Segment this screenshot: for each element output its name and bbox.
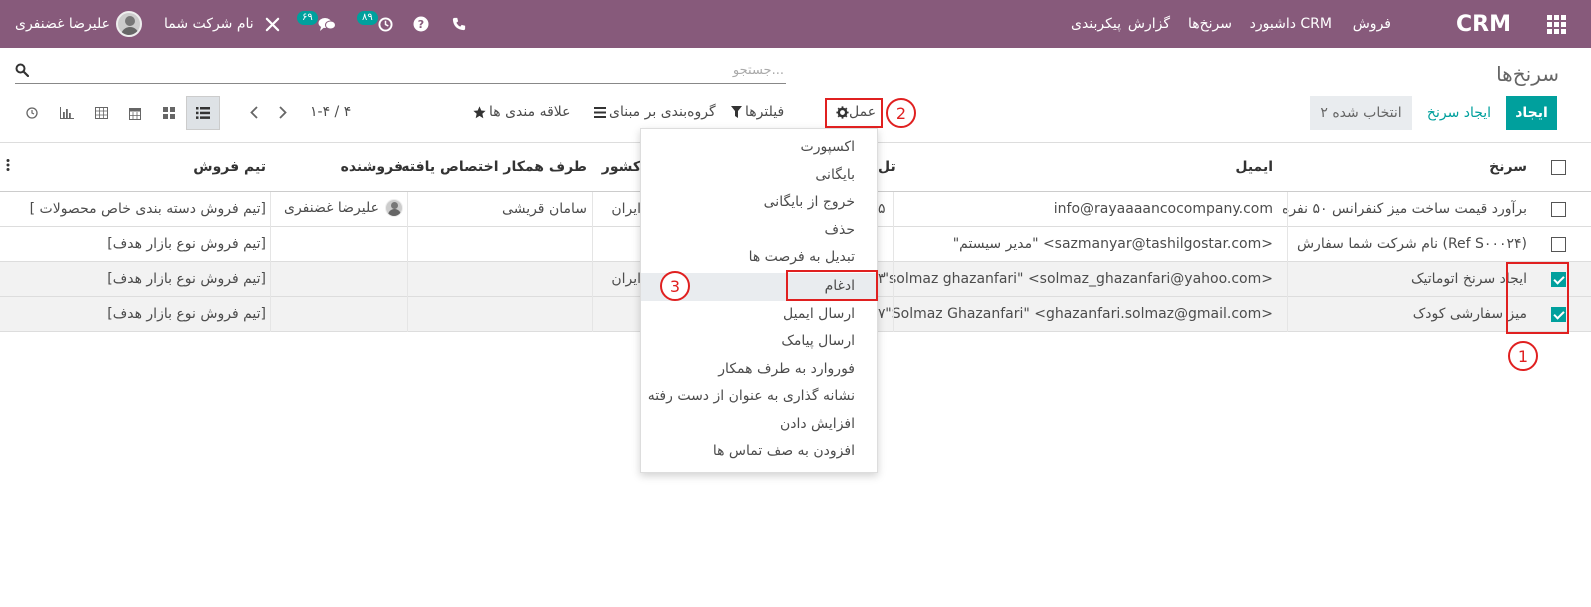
cell-lead: نام شرکت شما سفارش (Ref S۰۰۰۲۴) (1296, 236, 1527, 252)
annotation-number-2: 2 (886, 98, 916, 128)
menu-item-add-to-call-queue[interactable]: افزودن به صف تماس ها (713, 443, 855, 459)
cell-email: "مدیر سیستم" <sazmanyar@tashilgostar.com… (952, 236, 1273, 252)
clock-icon[interactable] (378, 0, 393, 48)
menu-item-send-sms[interactable]: ارسال پیامک (781, 333, 855, 349)
annotation-box-checkboxes (1506, 262, 1569, 334)
annotation-number-1: 1 (1508, 341, 1538, 371)
cell-email: "Solmaz Ghazanfari" <ghazanfari.solmaz@g… (885, 306, 1273, 322)
groupby-label: گروه‌بندی بر مبنای (609, 104, 716, 120)
company-switcher[interactable]: نام شرکت شما (164, 0, 254, 48)
optional-columns-icon[interactable] (6, 159, 10, 175)
column-partner[interactable]: طرف همکار اختصاص یافته (401, 159, 587, 175)
pager-previous-icon[interactable] (250, 97, 258, 127)
menu-item-mark-as-lost[interactable]: نشانه گذاری به عنوان از دست رفته (648, 388, 855, 404)
page-title: سرنخ‌ها (1496, 62, 1559, 86)
search-placeholder: جستجو... (732, 63, 784, 78)
cell-lead: برآورد قیمت ساخت میز کنفرانس ۵۰ نفره (1282, 201, 1527, 217)
column-salesperson[interactable]: فروشنده (341, 159, 403, 175)
bars-icon (594, 106, 606, 118)
menu-item-archive[interactable]: بایگانی (815, 167, 855, 183)
user-name: علیرضا غضنفری (15, 16, 110, 32)
pager-value[interactable]: ۱-۴ / ۴ (310, 97, 351, 127)
menu-leads[interactable]: سرنخ‌ها (1188, 0, 1232, 48)
create-lead-button[interactable]: ایجاد سرنخ (1417, 96, 1501, 130)
cell-country: ایران (611, 271, 641, 287)
create-button[interactable]: ایجاد (1506, 96, 1557, 130)
column-lead[interactable]: سرنخ (1489, 159, 1527, 175)
menu-item-convert-to-opportunity[interactable]: تبدیل به فرصت ها (749, 249, 855, 265)
menu-reporting[interactable]: گزارش (1128, 0, 1170, 48)
menu-item-send-email[interactable]: ارسال ایمیل (783, 306, 855, 322)
favorites-label: علاقه مندی ها (489, 104, 571, 120)
salesperson-name: علیرضا غضنفری (284, 200, 379, 216)
cell-email: "solmaz ghazanfari" <solmaz_ghazanfari@y… (882, 271, 1273, 287)
annotation-box-action (825, 98, 883, 128)
cell-email: info@rayaaaancocompany.com (1053, 201, 1273, 217)
cell-salesperson: علیرضا غضنفری (284, 199, 403, 217)
column-country[interactable]: کشور (602, 159, 641, 175)
menu-sales[interactable]: فروش (1353, 0, 1391, 48)
activity-view-icon[interactable] (15, 96, 49, 130)
column-email[interactable]: ایمیل (1235, 159, 1273, 175)
cell-phone: ۵ (878, 201, 886, 217)
cell-sales-team: [ تیم فروش دسته بندی خاص محصولات] (29, 201, 266, 217)
graph-view-icon[interactable] (50, 96, 84, 130)
menu-item-unarchive[interactable]: خروج از بایگانی (764, 194, 855, 210)
calendar-view-icon[interactable] (118, 96, 152, 130)
top-navbar: CRM فروش داشبورد CRM سرنخ‌ها گزارش پیکرب… (0, 0, 1591, 48)
cell-phone: ۳ (878, 271, 886, 287)
star-icon (473, 105, 486, 118)
user-avatar (116, 11, 142, 37)
help-icon[interactable]: ? (413, 0, 429, 48)
select-all-checkbox[interactable] (1551, 160, 1566, 175)
annotation-box-merge (786, 270, 878, 301)
messages-badge: ۶۹ (297, 11, 318, 25)
groupby-button[interactable]: گروه‌بندی بر مبنای (594, 97, 716, 127)
chat-icon[interactable] (318, 0, 336, 48)
menu-configuration[interactable]: پیکربندی (1071, 0, 1121, 48)
cell-sales-team: [تیم فروش نوع بازار هدف] (107, 306, 266, 322)
filters-label: فیلترها (745, 104, 785, 120)
app-brand[interactable]: CRM (1456, 0, 1511, 48)
cell-sales-team: [تیم فروش نوع بازار هدف] (107, 271, 266, 287)
tools-icon[interactable] (265, 0, 280, 48)
search-icon[interactable] (15, 63, 29, 77)
column-phone[interactable]: تل (878, 159, 896, 175)
cell-phone: ۷ (878, 306, 886, 322)
salesperson-avatar (385, 199, 403, 217)
pager-next-icon[interactable] (279, 97, 287, 127)
cell-partner: سامان قریشی (502, 201, 587, 217)
pivot-view-icon[interactable] (84, 96, 118, 130)
annotation-number-3: 3 (660, 271, 690, 301)
phone-icon[interactable] (452, 0, 466, 48)
cell-country: ایران (611, 201, 641, 217)
row-checkbox[interactable] (1551, 202, 1566, 217)
row-checkbox[interactable] (1551, 237, 1566, 252)
cell-sales-team: [تیم فروش نوع بازار هدف] (107, 236, 266, 252)
menu-item-forward-to-partner[interactable]: فوروارد به طرف همکار (718, 361, 855, 377)
selected-count[interactable]: ۲ انتخاب شده (1310, 96, 1412, 130)
column-sales-team[interactable]: تیم فروش (193, 159, 266, 175)
menu-crm-dashboard[interactable]: داشبورد CRM (1250, 0, 1332, 48)
favorites-button[interactable]: علاقه مندی ها (473, 97, 570, 127)
svg-text:?: ? (418, 18, 424, 31)
activities-badge: ۸۹ (357, 11, 378, 25)
menu-item-enrich[interactable]: افزایش دادن (780, 416, 855, 432)
filter-icon (731, 106, 742, 118)
menu-item-delete[interactable]: حذف (824, 222, 855, 238)
filters-button[interactable]: فیلترها (731, 97, 784, 127)
list-view-icon[interactable] (186, 96, 220, 130)
kanban-view-icon[interactable] (152, 96, 186, 130)
user-menu[interactable]: علیرضا غضنفری (15, 0, 142, 48)
apps-grid-icon[interactable] (1547, 0, 1569, 48)
menu-item-export[interactable]: اکسپورت (801, 139, 855, 155)
search-input[interactable]: جستجو... (15, 60, 786, 84)
